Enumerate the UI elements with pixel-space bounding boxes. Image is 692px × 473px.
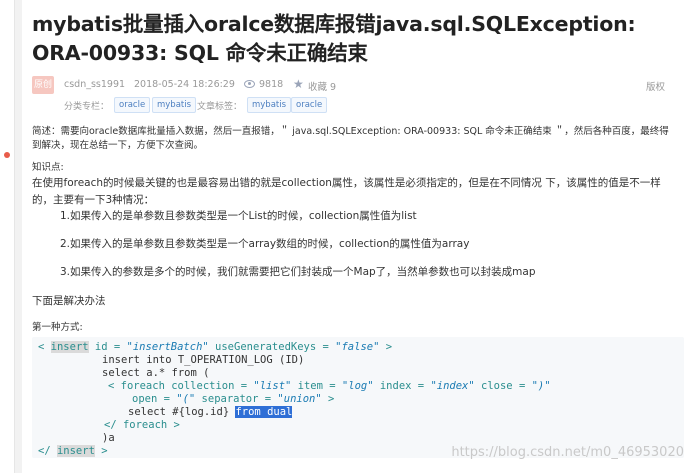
favorite-button[interactable]: 收藏 9 bbox=[308, 79, 336, 93]
author-link[interactable]: csdn_ss1991 bbox=[64, 79, 125, 90]
code-line-3: select a.* from ( bbox=[102, 367, 210, 379]
code-token: "index" bbox=[430, 380, 475, 392]
code-token: insert bbox=[56, 445, 95, 457]
list-item-3: 3.如果传入的参数是多个的时候，我们就需要把它们封装成一个Map了，当然单参数也… bbox=[60, 266, 536, 278]
code-token: "insertBatch" bbox=[126, 341, 209, 353]
code-block[interactable]: < insert id = "insertBatch" useGenerated… bbox=[32, 337, 684, 458]
code-line-4: < foreach collection = "list" item = "lo… bbox=[108, 380, 551, 393]
column-tag-mybatis[interactable]: mybatis bbox=[152, 97, 197, 113]
code-line-5: open = "(" separator = "union" > bbox=[132, 393, 334, 406]
paragraph-2: 的，主要有一下3种情况： bbox=[32, 194, 155, 206]
article-title: mybatis批量插入oralce数据库报错java.sql.SQLExcept… bbox=[32, 12, 636, 65]
code-token: useGeneratedKeys = bbox=[208, 341, 336, 353]
code-token: separator = bbox=[195, 393, 278, 405]
code-token: item = bbox=[291, 380, 342, 392]
sidebar-marker-dot bbox=[4, 152, 10, 158]
code-token: </ bbox=[38, 445, 57, 457]
code-line-1: < insert id = "insertBatch" useGenerated… bbox=[38, 341, 392, 354]
selected-text-highlight[interactable]: from dual bbox=[235, 406, 293, 418]
code-token: close = bbox=[474, 380, 532, 392]
eye-icon bbox=[244, 80, 255, 88]
code-line-8: )a bbox=[102, 432, 115, 444]
column-label: 分类专栏： bbox=[64, 102, 110, 112]
solution-heading: 下面是解决办法 bbox=[32, 295, 106, 307]
list-item-2: 2.如果传入的是单参数且参数类型是一个array数组的时候，collection… bbox=[60, 238, 470, 250]
code-token: "list" bbox=[253, 380, 292, 392]
article-tag-oracle[interactable]: oracle bbox=[291, 97, 328, 113]
code-line-6: select #{log.id} from dual bbox=[128, 406, 293, 419]
code-token: index = bbox=[373, 380, 431, 392]
code-token: select #{log.id} bbox=[128, 406, 236, 418]
code-line-7: </ foreach > bbox=[104, 419, 180, 431]
code-token: > bbox=[321, 393, 335, 405]
list-item-1: 1.如果传入的是单参数且参数类型是一个List的时候，collection属性值… bbox=[60, 210, 417, 222]
article-container: mybatis批量插入oralce数据库报错java.sql.SQLExcept… bbox=[22, 0, 692, 473]
knowledge-label: 知识点: bbox=[32, 162, 64, 173]
column-tag-oracle[interactable]: oracle bbox=[114, 97, 151, 113]
article-tag-mybatis[interactable]: mybatis bbox=[247, 97, 292, 113]
article-tags-label: 文章标签： bbox=[197, 102, 243, 112]
article-meta: 原创 csdn_ss1991 2018-05-24 18:26:29 9818 … bbox=[32, 76, 682, 94]
code-token: "log" bbox=[341, 380, 374, 392]
paragraph-1: 在使用foreach的时候最关键的也是最容易出错的就是collection属性，… bbox=[32, 177, 661, 189]
code-token: > bbox=[94, 445, 108, 457]
code-token: < bbox=[38, 341, 51, 353]
code-line-9: </ insert > bbox=[38, 445, 108, 458]
left-sidebar-strip bbox=[0, 0, 15, 473]
code-token: > bbox=[379, 341, 393, 353]
copyright-link[interactable]: 版权 bbox=[646, 79, 665, 93]
code-token: "union" bbox=[277, 393, 322, 405]
code-token: "false" bbox=[335, 341, 380, 353]
code-token: "(" bbox=[176, 393, 196, 405]
code-line-2: insert into T_OPERATION_LOG (ID) bbox=[102, 354, 305, 366]
view-count: 9818 bbox=[259, 79, 284, 90]
code-token: < foreach collection = bbox=[108, 380, 254, 392]
star-icon[interactable]: ★ bbox=[293, 77, 304, 91]
code-token: ")" bbox=[531, 380, 551, 392]
code-token: id = bbox=[88, 341, 127, 353]
article-summary: 简述：需要向oracle数据库批量插入数据，然后一直报错，＂ java.sql.… bbox=[32, 126, 669, 151]
method-1-heading: 第一种方式: bbox=[32, 322, 83, 333]
watermark: https://blog.csdn.net/m0_46953020 bbox=[451, 445, 684, 460]
code-token: insert bbox=[50, 341, 89, 353]
publish-date: 2018-05-24 18:26:29 bbox=[134, 79, 235, 90]
code-token: open = bbox=[132, 393, 177, 405]
original-badge: 原创 bbox=[32, 76, 54, 94]
